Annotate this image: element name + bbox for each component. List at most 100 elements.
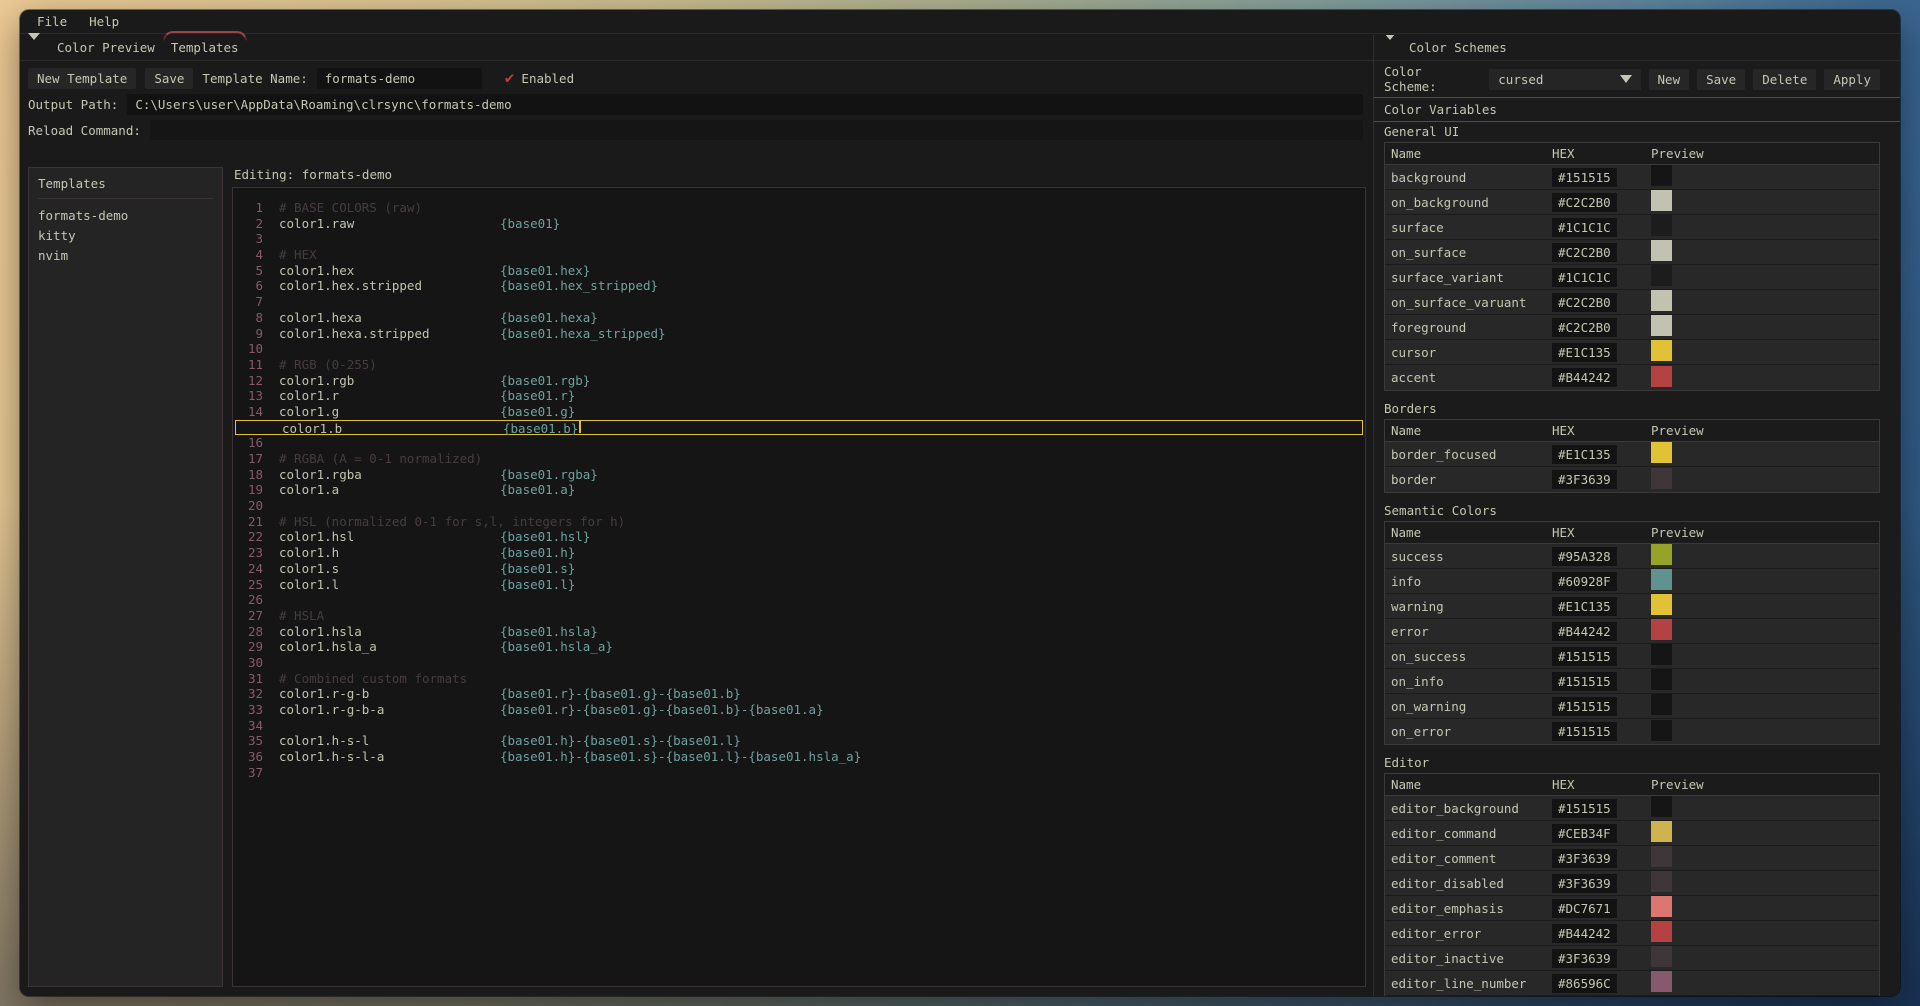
- code-line[interactable]: 36color1.h-s-l-a{base01.h}-{base01.s}-{b…: [233, 749, 1365, 765]
- code-line[interactable]: 1# BASE COLORS (raw): [233, 200, 1365, 216]
- template-list-item[interactable]: nvim: [38, 245, 213, 265]
- code-line[interactable]: 26: [233, 592, 1365, 608]
- color-swatch[interactable]: [1651, 669, 1672, 690]
- code-line[interactable]: 22color1.hsl{base01.hsl}: [233, 529, 1365, 545]
- code-line[interactable]: 30: [233, 655, 1365, 671]
- color-swatch[interactable]: [1651, 619, 1672, 640]
- color-swatch[interactable]: [1651, 796, 1672, 817]
- table-row[interactable]: on_background#C2C2B0: [1385, 190, 1879, 215]
- output-path-input[interactable]: C:\Users\user\AppData\Roaming\clrsync\fo…: [127, 94, 1363, 115]
- code-line[interactable]: 17# RGBA (A = 0-1 normalized): [233, 451, 1365, 467]
- table-row[interactable]: editor_inactive#3F3639: [1385, 946, 1879, 971]
- color-swatch[interactable]: [1651, 871, 1672, 892]
- code-line[interactable]: 18color1.rgba{base01.rgba}: [233, 467, 1365, 483]
- color-hex-input[interactable]: #151515: [1552, 697, 1617, 716]
- template-editor[interactable]: 1# BASE COLORS (raw)2color1.raw{base01}3…: [232, 187, 1366, 987]
- color-hex-input[interactable]: #E1C135: [1552, 343, 1617, 362]
- code-line[interactable]: 3: [233, 231, 1365, 247]
- color-swatch[interactable]: [1651, 366, 1672, 387]
- table-row[interactable]: border_focused#E1C135: [1385, 442, 1879, 467]
- code-line[interactable]: 5color1.hex{base01.hex}: [233, 263, 1365, 279]
- code-line[interactable]: 2color1.raw{base01}: [233, 216, 1365, 232]
- table-row[interactable]: surface#1C1C1C: [1385, 215, 1879, 240]
- table-row[interactable]: info#60928F: [1385, 569, 1879, 594]
- table-row[interactable]: background#151515: [1385, 165, 1879, 190]
- color-swatch[interactable]: [1651, 720, 1672, 741]
- color-swatch[interactable]: [1651, 544, 1672, 565]
- color-hex-input[interactable]: #151515: [1552, 672, 1617, 691]
- scheme-save-button[interactable]: Save: [1697, 69, 1745, 90]
- color-swatch[interactable]: [1651, 265, 1672, 286]
- table-row[interactable]: editor_emphasis#DC7671: [1385, 896, 1879, 921]
- color-hex-input[interactable]: #E1C135: [1552, 445, 1617, 464]
- color-swatch[interactable]: [1651, 340, 1672, 361]
- code-line[interactable]: 13color1.r{base01.r}: [233, 388, 1365, 404]
- new-template-button[interactable]: New Template: [28, 68, 136, 89]
- table-row[interactable]: error#B44242: [1385, 619, 1879, 644]
- color-hex-input[interactable]: #CEB34F: [1552, 824, 1617, 843]
- code-line[interactable]: 20: [233, 498, 1365, 514]
- color-hex-input[interactable]: #C2C2B0: [1552, 193, 1617, 212]
- table-row[interactable]: warning#E1C135: [1385, 594, 1879, 619]
- template-name-input[interactable]: formats-demo: [317, 68, 482, 89]
- table-row[interactable]: on_surface_varuant#C2C2B0: [1385, 290, 1879, 315]
- table-row[interactable]: on_success#151515: [1385, 644, 1879, 669]
- collapse-schemes-icon[interactable]: [1384, 40, 1397, 55]
- code-line[interactable]: 25color1.l{base01.l}: [233, 577, 1365, 593]
- color-swatch[interactable]: [1651, 946, 1672, 967]
- code-line[interactable]: 27# HSLA: [233, 608, 1365, 624]
- color-swatch[interactable]: [1651, 594, 1672, 615]
- color-hex-input[interactable]: #3F3639: [1552, 874, 1617, 893]
- table-row[interactable]: on_info#151515: [1385, 669, 1879, 694]
- color-hex-input[interactable]: #B44242: [1552, 622, 1617, 641]
- code-line[interactable]: 15color1.b{base01.b}: [235, 420, 1363, 436]
- table-row[interactable]: editor_background#151515: [1385, 796, 1879, 821]
- code-line[interactable]: 24color1.s{base01.s}: [233, 561, 1365, 577]
- color-hex-input[interactable]: #151515: [1552, 647, 1617, 666]
- color-swatch[interactable]: [1651, 315, 1672, 336]
- code-line[interactable]: 31# Combined custom formats: [233, 671, 1365, 687]
- table-row[interactable]: cursor#E1C135: [1385, 340, 1879, 365]
- color-swatch[interactable]: [1651, 694, 1672, 715]
- table-row[interactable]: on_warning#151515: [1385, 694, 1879, 719]
- table-row[interactable]: success#95A328: [1385, 544, 1879, 569]
- color-hex-input[interactable]: #3F3639: [1552, 949, 1617, 968]
- scheme-new-button[interactable]: New: [1649, 69, 1690, 90]
- code-line[interactable]: 9color1.hexa.stripped{base01.hexa_stripp…: [233, 326, 1365, 342]
- color-hex-input[interactable]: #60928F: [1552, 572, 1617, 591]
- color-swatch[interactable]: [1651, 896, 1672, 917]
- color-swatch[interactable]: [1651, 846, 1672, 867]
- code-line[interactable]: 10: [233, 341, 1365, 357]
- template-list-item[interactable]: formats-demo: [38, 205, 213, 225]
- code-line[interactable]: 14color1.g{base01.g}: [233, 404, 1365, 420]
- tab-color-preview[interactable]: Color Preview: [53, 37, 159, 58]
- color-swatch[interactable]: [1651, 821, 1672, 842]
- color-swatch[interactable]: [1651, 468, 1672, 489]
- code-line[interactable]: 16: [233, 435, 1365, 451]
- code-line[interactable]: 34: [233, 718, 1365, 734]
- color-swatch[interactable]: [1651, 165, 1672, 186]
- table-row[interactable]: editor_line_number#86596C: [1385, 971, 1879, 996]
- table-row[interactable]: accent#B44242: [1385, 365, 1879, 390]
- color-hex-input[interactable]: #1C1C1C: [1552, 268, 1617, 287]
- menu-help[interactable]: Help: [89, 14, 119, 29]
- code-line[interactable]: 6color1.hex.stripped{base01.hex_stripped…: [233, 278, 1365, 294]
- code-line[interactable]: 12color1.rgb{base01.rgb}: [233, 373, 1365, 389]
- code-line[interactable]: 33color1.r-g-b-a{base01.r}-{base01.g}-{b…: [233, 702, 1365, 718]
- table-row[interactable]: foreground#C2C2B0: [1385, 315, 1879, 340]
- color-swatch[interactable]: [1651, 442, 1672, 463]
- color-hex-input[interactable]: #DC7671: [1552, 899, 1617, 918]
- color-swatch[interactable]: [1651, 569, 1672, 590]
- color-swatch[interactable]: [1651, 190, 1672, 211]
- code-line[interactable]: 35color1.h-s-l{base01.h}-{base01.s}-{bas…: [233, 733, 1365, 749]
- color-hex-input[interactable]: #151515: [1552, 722, 1617, 741]
- color-hex-input[interactable]: #C2C2B0: [1552, 318, 1617, 337]
- color-hex-input[interactable]: #B44242: [1552, 924, 1617, 943]
- color-scheme-select[interactable]: cursed: [1489, 69, 1640, 90]
- color-swatch[interactable]: [1651, 215, 1672, 236]
- table-row[interactable]: surface_variant#1C1C1C: [1385, 265, 1879, 290]
- code-line[interactable]: 4# HEX: [233, 247, 1365, 263]
- code-line[interactable]: 28color1.hsla{base01.hsla}: [233, 624, 1365, 640]
- color-hex-input[interactable]: #3F3639: [1552, 470, 1617, 489]
- enabled-checkbox[interactable]: ✔ Enabled: [505, 71, 574, 86]
